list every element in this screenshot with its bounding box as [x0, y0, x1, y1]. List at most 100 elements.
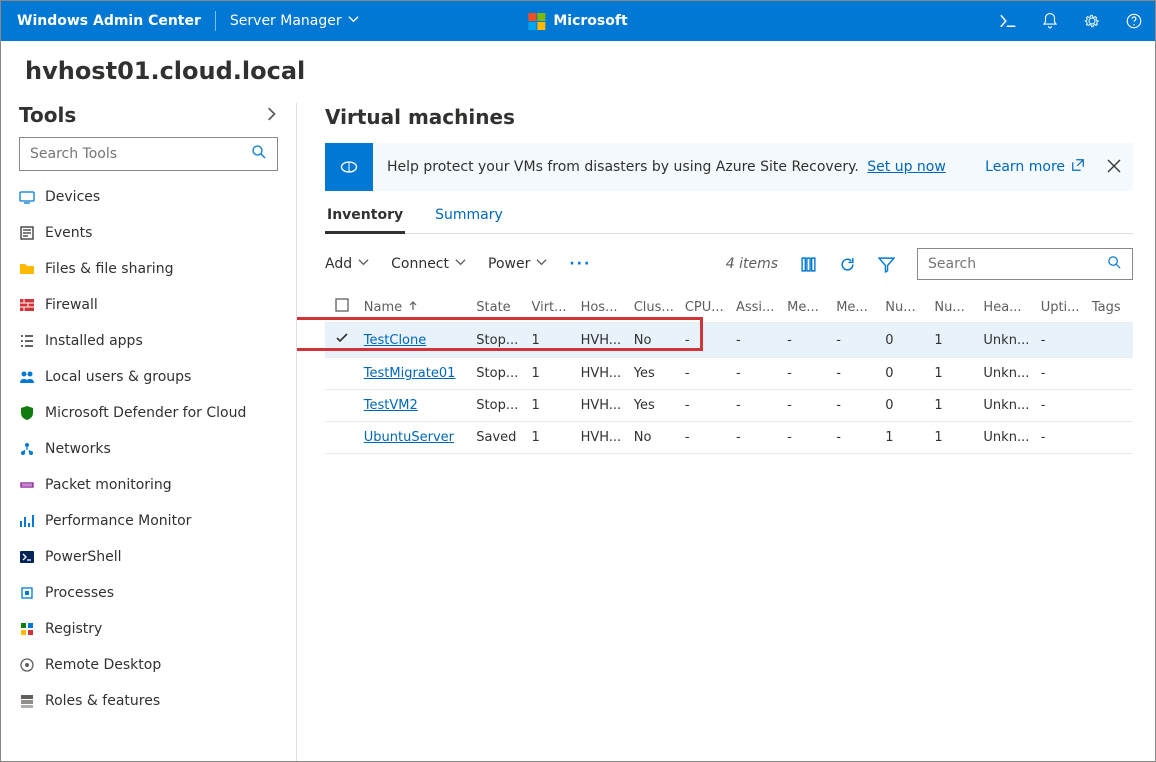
cell: Unkn... [979, 390, 1036, 422]
column-header[interactable]: Assi... [732, 292, 783, 323]
tab-summary[interactable]: Summary [433, 197, 505, 233]
cell: 1 [881, 422, 930, 454]
column-header[interactable]: CPU... [681, 292, 732, 323]
table-search[interactable] [917, 248, 1133, 280]
cell: - [681, 358, 732, 390]
sidebar-item-proc[interactable]: Processes [1, 575, 296, 611]
collapse-sidebar-icon[interactable] [264, 106, 278, 125]
tools-list[interactable]: Devices Events Files & file sharing Firewal… [1, 179, 296, 761]
sidebar-item-ps[interactable]: PowerShell [1, 539, 296, 575]
select-all-checkbox[interactable] [325, 292, 360, 323]
overflow-menu[interactable]: ··· [569, 256, 591, 272]
row-checkbox[interactable] [325, 390, 360, 422]
chevron-down-icon [348, 13, 359, 29]
table-search-input[interactable] [928, 256, 1107, 272]
sidebar-item-events[interactable]: Events [1, 215, 296, 251]
column-header[interactable]: Me... [832, 292, 881, 323]
column-header[interactable]: Me... [783, 292, 832, 323]
column-header[interactable]: Nu... [930, 292, 979, 323]
cell: - [783, 390, 832, 422]
cell: HVH... [577, 390, 630, 422]
sidebar-item-list[interactable]: Installed apps [1, 323, 296, 359]
column-header[interactable]: Upti... [1037, 292, 1088, 323]
sidebar-item-label: PowerShell [45, 549, 121, 565]
cell: - [681, 323, 732, 358]
row-checkbox[interactable] [325, 358, 360, 390]
perf-icon [19, 513, 35, 529]
settings-icon[interactable] [1083, 12, 1101, 30]
vm-table: Name StateVirt...Hos...Clus...CPU...Assi… [325, 292, 1133, 454]
sidebar-item-rdp[interactable]: Remote Desktop [1, 647, 296, 683]
tools-search-input[interactable] [30, 146, 251, 162]
sidebar-item-firewall[interactable]: Firewall [1, 287, 296, 323]
banner-setup-link[interactable]: Set up now [867, 159, 946, 175]
sidebar-item-roles[interactable]: Roles & features [1, 683, 296, 719]
table-row[interactable]: TestVM2Stop...1HVH...Yes----01Unkn...- [325, 390, 1133, 422]
columns-button[interactable] [800, 256, 817, 273]
context-switcher[interactable]: Server Manager [230, 13, 359, 29]
sidebar-item-users[interactable]: Local users & groups [1, 359, 296, 395]
users-icon [19, 369, 35, 385]
vm-name-cell[interactable]: TestMigrate01 [360, 358, 473, 390]
banner-learn-more[interactable]: Learn more [985, 158, 1085, 176]
cell: - [732, 390, 783, 422]
sidebar-item-label: Firewall [45, 297, 98, 313]
add-button[interactable]: Add [325, 256, 369, 272]
help-icon[interactable] [1125, 12, 1143, 30]
sidebar-item-shield[interactable]: Microsoft Defender for Cloud [1, 395, 296, 431]
vm-name-cell[interactable]: TestVM2 [360, 390, 473, 422]
column-header[interactable]: Virt... [527, 292, 576, 323]
sidebar-item-packet[interactable]: Packet monitoring [1, 467, 296, 503]
connect-label: Connect [391, 256, 449, 272]
ms-logo-text: Microsoft [553, 13, 627, 29]
banner-text: Help protect your VMs from disasters by … [373, 159, 946, 175]
banner-close-button[interactable] [1107, 158, 1121, 177]
filter-button[interactable] [878, 256, 895, 273]
sidebar-item-network[interactable]: Networks [1, 431, 296, 467]
column-header[interactable]: Tags [1088, 292, 1133, 323]
sidebar: Tools DevicesEventsFiles & file sharingF… [1, 103, 297, 761]
ps-icon [19, 549, 35, 565]
vm-link: TestClone [364, 333, 426, 348]
column-header[interactable]: Name [360, 292, 473, 323]
sidebar-item-device[interactable]: Devices [1, 179, 296, 215]
refresh-button[interactable] [839, 256, 856, 273]
tab-inventory[interactable]: Inventory [325, 197, 405, 234]
cell: - [783, 323, 832, 358]
notifications-icon[interactable] [1041, 12, 1059, 30]
cell: Stop... [472, 358, 527, 390]
power-button[interactable]: Power [488, 256, 547, 272]
table-row[interactable]: TestCloneStop...1HVH...No----01Unkn...- [325, 323, 1133, 358]
sidebar-item-registry[interactable]: Registry [1, 611, 296, 647]
sidebar-item-folder[interactable]: Files & file sharing [1, 251, 296, 287]
firewall-icon [19, 297, 35, 313]
brand[interactable]: Windows Admin Center [17, 13, 201, 29]
sidebar-item-label: Devices [45, 189, 100, 205]
sidebar-item-label: Packet monitoring [45, 477, 172, 493]
row-checkbox[interactable] [325, 422, 360, 454]
vm-name-cell[interactable]: TestClone [360, 323, 473, 358]
sidebar-item-label: Processes [45, 585, 114, 601]
sidebar-item-perf[interactable]: Performance Monitor [1, 503, 296, 539]
cell [1088, 323, 1133, 358]
cell: Unkn... [979, 422, 1036, 454]
column-header[interactable]: Nu... [881, 292, 930, 323]
connect-button[interactable]: Connect [391, 256, 466, 272]
cell: 0 [881, 323, 930, 358]
column-header[interactable]: Hea... [979, 292, 1036, 323]
tools-search[interactable] [19, 137, 278, 171]
learn-more-label: Learn more [985, 159, 1065, 175]
sidebar-item-label: Files & file sharing [45, 261, 173, 277]
device-icon [19, 189, 35, 205]
column-header[interactable]: Hos... [577, 292, 630, 323]
table-row[interactable]: TestMigrate01Stop...1HVH...Yes----01Unkn… [325, 358, 1133, 390]
cloud-shell-icon[interactable] [999, 12, 1017, 30]
table-row[interactable]: UbuntuServerSaved1HVH...No----11Unkn...- [325, 422, 1133, 454]
table-header-row: Name StateVirt...Hos...Clus...CPU...Assi… [325, 292, 1133, 323]
column-header[interactable]: Clus... [630, 292, 681, 323]
table-body: TestCloneStop...1HVH...No----01Unkn...-T… [325, 323, 1133, 454]
column-header[interactable]: State [472, 292, 527, 323]
row-selected-icon[interactable] [325, 323, 360, 358]
table-toolbar: Add Connect Power ··· 4 items [325, 234, 1133, 292]
vm-name-cell[interactable]: UbuntuServer [360, 422, 473, 454]
